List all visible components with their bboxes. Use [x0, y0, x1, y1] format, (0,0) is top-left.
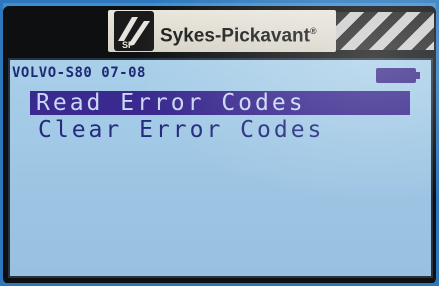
photo-frame [0, 0, 439, 286]
diagnostic-device: SP Sykes-Pickavant® VOLVO-S80 07-08 Read… [0, 0, 439, 286]
